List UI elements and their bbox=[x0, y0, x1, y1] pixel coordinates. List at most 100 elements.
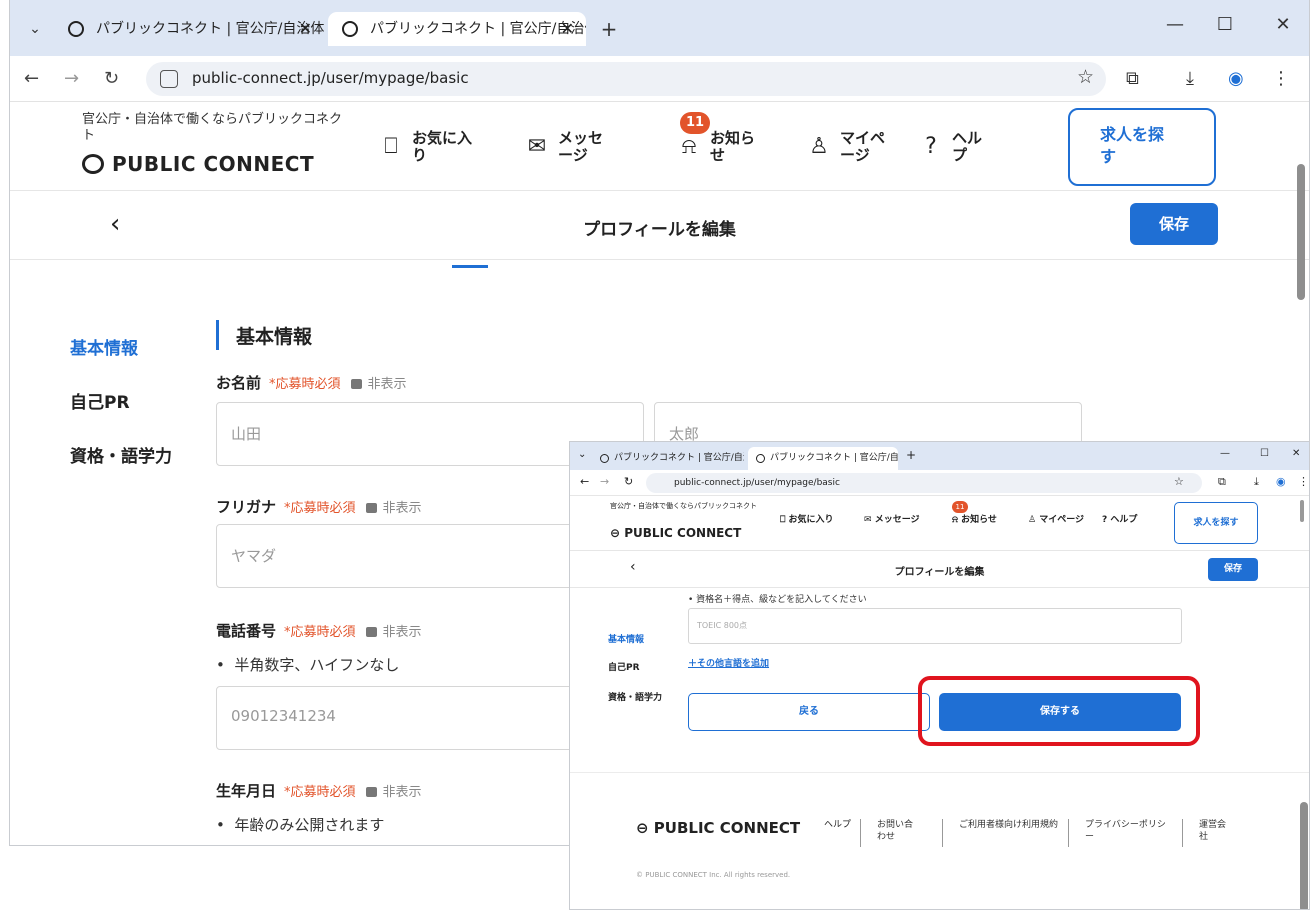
tab-2[interactable]: パブリックコネクト | 官公庁/自治体 ✕ bbox=[328, 12, 586, 46]
bell-icon: ⍾ bbox=[952, 515, 962, 525]
sidebar-item-basic[interactable]: 基本情報 bbox=[608, 632, 644, 645]
footer-link-help[interactable]: ヘルプ bbox=[824, 819, 854, 831]
page-title: プロフィールを編集 bbox=[583, 220, 736, 240]
address-bar[interactable]: public-connect.jp/user/mypage/basic ☆ bbox=[146, 62, 1106, 96]
nav-help-label: ヘルプ bbox=[952, 129, 983, 164]
search-jobs-button[interactable]: 求人を探す bbox=[1068, 108, 1216, 186]
download-icon[interactable]: ⤓ bbox=[1254, 475, 1259, 489]
sidebar-item-basic[interactable]: 基本情報 bbox=[70, 334, 138, 359]
minimize-icon[interactable]: — bbox=[1160, 14, 1190, 35]
menu-dots-icon[interactable]: ⋮ bbox=[1272, 68, 1290, 89]
favicon-icon bbox=[756, 454, 765, 463]
overlay-tab-2-title: パブリックコネクト | 官公庁/自治体 bbox=[770, 453, 898, 463]
close-tab-icon[interactable]: ✕ bbox=[561, 12, 574, 46]
birthday-label: 生年月日 *応募時必須 非表示 bbox=[216, 780, 422, 801]
bookmark-star-icon[interactable]: ☆ bbox=[1077, 66, 1094, 88]
add-language-link[interactable]: ＋その他言語を追加 bbox=[688, 656, 769, 669]
overlay-site-header: 官公庁・自治体で働くならパブリックコネクト ⊖ PUBLIC CONNECT ⎕… bbox=[570, 496, 1309, 550]
site-logo[interactable]: ⊖ PUBLIC CONNECT bbox=[610, 526, 741, 540]
back-arrow-icon[interactable]: ← bbox=[24, 68, 39, 89]
bookmark-icon: ⎕ bbox=[384, 134, 398, 159]
forward-arrow-icon[interactable]: → bbox=[64, 68, 79, 89]
back-arrow-icon[interactable]: ← bbox=[580, 475, 589, 488]
edit-profile-bar: ‹ プロフィールを編集 保存 bbox=[10, 190, 1309, 260]
footer-logo[interactable]: ⊖ PUBLIC CONNECT bbox=[636, 819, 800, 837]
nav-favorites[interactable]: ⎕ お気に入り bbox=[780, 512, 834, 525]
notification-badge: 11 bbox=[680, 112, 710, 134]
maximize-icon[interactable]: ☐ bbox=[1210, 14, 1240, 35]
nav-notifications[interactable]: ⍾ お知らせ bbox=[952, 512, 997, 525]
browser-window-overlay: ⌄ パブリックコネクト | 官公庁/自治体 パブリックコネクト | 官公庁/自治… bbox=[569, 441, 1310, 910]
site-logo[interactable]: PUBLIC CONNECT bbox=[82, 152, 314, 176]
nav-messages-label: メッセージ bbox=[558, 129, 604, 164]
sidebar-item-qualifications[interactable]: 資格・語学力 bbox=[70, 442, 172, 467]
close-window-icon[interactable]: ✕ bbox=[1268, 14, 1298, 35]
sidebar-item-pr[interactable]: 自己PR bbox=[608, 660, 640, 673]
new-tab-button[interactable]: + bbox=[598, 18, 620, 40]
reload-icon[interactable]: ↻ bbox=[624, 475, 633, 488]
overlay-scroll-thumb-top[interactable] bbox=[1300, 500, 1304, 522]
forward-arrow-icon[interactable]: → bbox=[600, 475, 609, 488]
close-window-icon[interactable]: ✕ bbox=[1292, 448, 1300, 459]
reload-icon[interactable]: ↻ bbox=[104, 68, 119, 89]
url-text: public-connect.jp/user/mypage/basic bbox=[192, 69, 469, 87]
tab-bar: ⌄ パブリックコネクト | 官公庁/自治体 ✕ パブリックコネクト | 官公庁/… bbox=[10, 0, 1309, 56]
bookmark-star-icon[interactable]: ☆ bbox=[1174, 475, 1184, 488]
overlay-scroll-thumb[interactable] bbox=[1300, 802, 1308, 909]
profile-icon[interactable]: ◉ bbox=[1228, 68, 1244, 89]
site-settings-icon[interactable] bbox=[160, 70, 178, 88]
close-tab-icon[interactable]: ✕ bbox=[299, 12, 312, 46]
furigana-label: フリガナ *応募時必須 非表示 bbox=[216, 496, 422, 517]
menu-dots-icon[interactable]: ⋮ bbox=[1298, 475, 1309, 488]
extensions-icon[interactable]: ⧉ bbox=[1218, 475, 1226, 489]
name-label-text: お名前 bbox=[216, 374, 262, 392]
minimize-icon[interactable]: — bbox=[1220, 448, 1230, 459]
logo-mark-icon: ⊖ bbox=[610, 526, 625, 540]
logo-text: PUBLIC CONNECT bbox=[624, 526, 742, 540]
overlay-edit-bar: ‹ プロフィールを編集 保存 bbox=[570, 550, 1309, 588]
extensions-icon[interactable]: ⧉ bbox=[1126, 68, 1139, 89]
birthday-hint-text: 年齢のみ公開されます bbox=[234, 816, 385, 834]
save-button[interactable]: 保存 bbox=[1208, 558, 1258, 581]
tab-1[interactable]: パブリックコネクト | 官公庁/自治体 ✕ bbox=[54, 12, 324, 46]
back-button[interactable]: 戻る bbox=[688, 693, 930, 731]
search-jobs-button[interactable]: 求人を探す bbox=[1174, 502, 1258, 544]
logo-mark-icon bbox=[82, 154, 104, 174]
overlay-tab-1[interactable]: パブリックコネクト | 官公庁/自治体 bbox=[592, 447, 744, 470]
download-icon[interactable]: ⤓ bbox=[1186, 68, 1194, 89]
required-text: *応募時必須 bbox=[284, 785, 356, 800]
overlay-tab-1-title: パブリックコネクト | 官公庁/自治体 bbox=[614, 453, 744, 463]
required-text: *応募時必須 bbox=[284, 625, 356, 640]
nav-help-label: ヘルプ bbox=[1110, 515, 1138, 525]
sidebar-item-qualifications[interactable]: 資格・語学力 bbox=[608, 690, 662, 703]
site-tagline: 官公庁・自治体で働くならパブリックコネクト bbox=[82, 112, 343, 143]
footer-link-privacy[interactable]: プライバシーポリシー bbox=[1068, 819, 1172, 847]
new-tab-button[interactable]: + bbox=[906, 448, 916, 462]
nav-mypage[interactable]: ♙ マイページ bbox=[1028, 512, 1084, 525]
birthday-hint: • 年齢のみ公開されます bbox=[216, 816, 385, 834]
save-button[interactable]: 保存 bbox=[1130, 203, 1218, 245]
footer-link-terms[interactable]: ご利用者様向け利用規約 bbox=[942, 819, 1062, 847]
tab-search-chevron-icon[interactable]: ⌄ bbox=[578, 449, 586, 460]
required-text: *応募時必須 bbox=[284, 501, 356, 516]
sidebar-item-pr[interactable]: 自己PR bbox=[70, 388, 130, 413]
logo-text: PUBLIC CONNECT bbox=[112, 152, 315, 176]
nav-help[interactable]: ? ヘルプ bbox=[1102, 512, 1137, 525]
favicon-icon bbox=[342, 21, 358, 37]
qualification-hint: • 資格名＋得点、級などを記入してください bbox=[688, 595, 867, 605]
scroll-thumb[interactable] bbox=[1297, 164, 1305, 300]
qualification-input[interactable]: TOEIC 800点 bbox=[688, 608, 1182, 644]
tab-search-chevron-icon[interactable]: ⌄ bbox=[24, 18, 46, 40]
lock-icon bbox=[365, 627, 377, 637]
hidden-text: 非表示 bbox=[367, 377, 407, 392]
footer-logo-mark-icon: ⊖ bbox=[636, 819, 654, 837]
profile-icon[interactable]: ◉ bbox=[1276, 475, 1286, 488]
footer-link-contact[interactable]: お問い合わせ bbox=[860, 819, 920, 847]
overlay-tab-bar: ⌄ パブリックコネクト | 官公庁/自治体 パブリックコネクト | 官公庁/自治… bbox=[570, 442, 1309, 470]
nav-messages[interactable]: ✉ メッセージ bbox=[864, 512, 920, 525]
maximize-icon[interactable]: ☐ bbox=[1260, 448, 1269, 459]
address-bar[interactable]: public-connect.jp/user/mypage/basic bbox=[646, 473, 1202, 493]
overlay-tab-2[interactable]: パブリックコネクト | 官公庁/自治体 bbox=[748, 447, 898, 470]
footer-link-company[interactable]: 運営会社 bbox=[1182, 819, 1234, 847]
hidden-text: 非表示 bbox=[382, 501, 422, 516]
